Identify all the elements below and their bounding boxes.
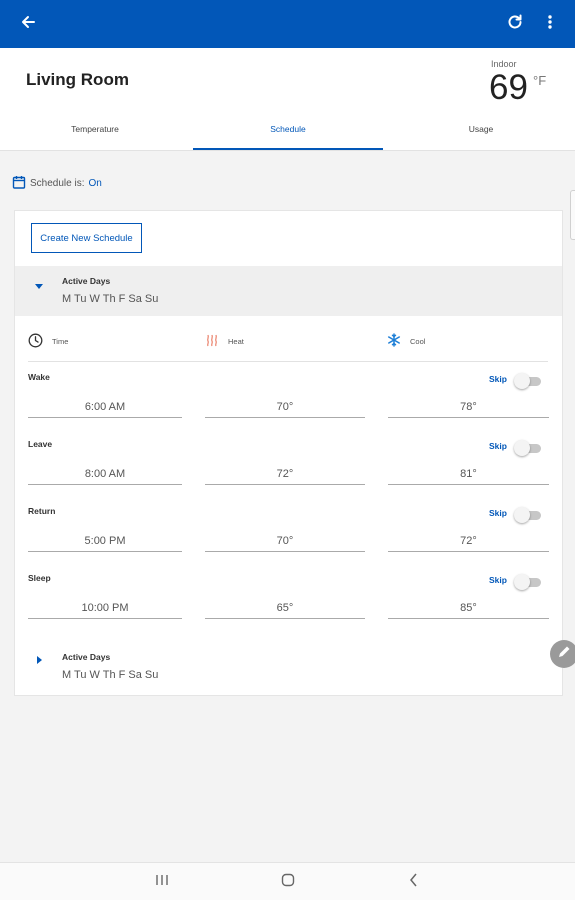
column-header-heat-label: Heat [228, 336, 244, 346]
heat-setpoint-sleep[interactable]: 65° [205, 597, 365, 619]
home-icon [281, 873, 295, 892]
active-days-label: Active Days [62, 276, 111, 286]
skip-toggle-sleep[interactable] [514, 574, 542, 590]
skip-toggle-leave[interactable] [514, 440, 542, 456]
app-bar [0, 0, 575, 48]
recents-button[interactable] [142, 863, 182, 900]
heat-setpoint-return[interactable]: 70° [205, 530, 365, 552]
period-name-leave: Leave [28, 439, 53, 449]
skip-toggle-wake[interactable] [514, 373, 542, 389]
calendar-icon [12, 175, 30, 192]
tab-temperature[interactable]: Temperature [0, 114, 190, 150]
time-field-leave[interactable]: 8:00 AM [28, 463, 182, 485]
create-new-schedule-button[interactable]: Create New Schedule [31, 223, 142, 253]
schedule-card: Create New Schedule Active Days M Tu W T… [14, 210, 563, 696]
caret-down-icon [34, 278, 44, 296]
room-title: Living Room [26, 70, 129, 89]
period-name-return: Return [28, 506, 56, 516]
refresh-icon [506, 13, 524, 36]
cool-setpoint-wake[interactable]: 78° [388, 396, 549, 418]
period-name-sleep: Sleep [28, 573, 51, 583]
heat-waves-icon [205, 333, 228, 349]
active-days-group-header[interactable]: Active Days M Tu W Th F Sa Su [15, 266, 562, 316]
period-name-wake: Wake [28, 372, 50, 382]
more-options-button[interactable] [536, 0, 564, 48]
heat-setpoint-wake[interactable]: 70° [205, 396, 365, 418]
time-field-sleep[interactable]: 10:00 PM [28, 597, 182, 619]
refresh-button[interactable] [497, 0, 533, 48]
skip-toggle-return[interactable] [514, 507, 542, 523]
clock-icon [28, 333, 52, 350]
home-button[interactable] [268, 863, 308, 900]
skip-label-wake: Skip [489, 374, 507, 384]
heat-setpoint-leave[interactable]: 72° [205, 463, 365, 485]
column-header-time: Time [28, 327, 68, 355]
cool-setpoint-sleep[interactable]: 85° [388, 597, 549, 619]
recents-icon [155, 873, 169, 891]
column-header-cool-label: Cool [410, 336, 426, 346]
tab-schedule[interactable]: Schedule [193, 114, 383, 150]
skip-label-return: Skip [489, 508, 507, 518]
schedule-status-label: Schedule is: [30, 177, 85, 189]
edit-button[interactable] [550, 640, 575, 668]
active-days-list-2: M Tu W Th F Sa Su [62, 669, 159, 681]
cool-setpoint-leave[interactable]: 81° [388, 463, 549, 485]
more-vert-icon [547, 14, 553, 35]
arrow-back-icon [20, 14, 36, 35]
room-header: Living Room Indoor 69 °F Temperature Sch… [0, 48, 575, 150]
skip-label-leave: Skip [489, 441, 507, 451]
tab-usage[interactable]: Usage [386, 114, 575, 150]
chevron-left-icon [409, 873, 419, 892]
column-header-time-label: Time [52, 336, 69, 346]
active-days-group-header-2[interactable]: Active Days M Tu W Th F Sa Su [15, 642, 562, 692]
schedule-status-value[interactable]: On [88, 178, 101, 189]
column-header-heat: Heat [205, 327, 244, 355]
schedule-status[interactable]: Schedule is: On [12, 175, 102, 191]
header-divider [0, 150, 575, 151]
active-days-list: M Tu W Th F Sa Su [62, 293, 159, 305]
indoor-unit: °F [533, 73, 547, 88]
time-field-wake[interactable]: 6:00 AM [28, 396, 182, 418]
system-back-button[interactable] [394, 863, 434, 900]
column-header-divider [28, 361, 548, 362]
active-days-label-2: Active Days [62, 652, 111, 662]
cool-setpoint-return[interactable]: 72° [388, 530, 549, 552]
column-header-cool: Cool [387, 327, 425, 355]
system-navigation-bar [0, 862, 575, 900]
skip-label-sleep: Skip [489, 575, 507, 585]
snowflake-icon [387, 333, 410, 349]
back-button[interactable] [10, 0, 46, 48]
side-panel-handle[interactable] [570, 190, 575, 240]
indoor-temperature: 69 [489, 68, 528, 107]
time-field-return[interactable]: 5:00 PM [28, 530, 182, 552]
pencil-icon [557, 645, 571, 664]
caret-right-icon [34, 652, 44, 670]
tab-bar: Temperature Schedule Usage [0, 114, 575, 150]
